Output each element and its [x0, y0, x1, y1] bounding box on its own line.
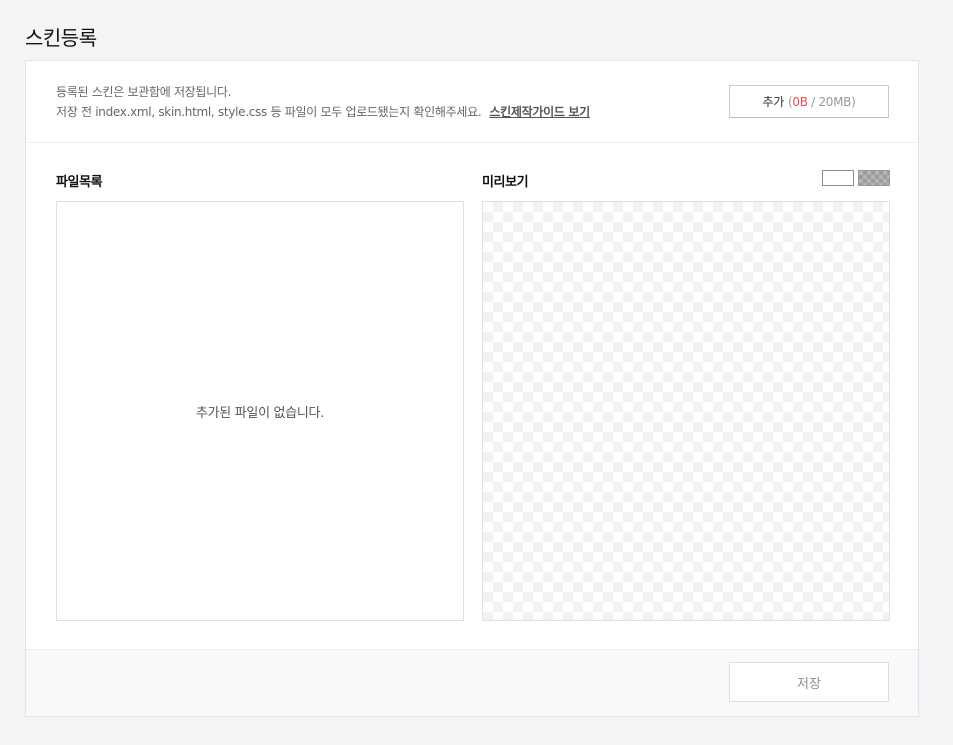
save-button[interactable]: 저장 [729, 662, 889, 702]
usage-limit: 20MB [818, 94, 852, 109]
preview-bg-transparent-toggle[interactable] [858, 170, 890, 186]
add-file-button[interactable]: 추가 (0B / 20MB) [729, 85, 889, 118]
add-button-label: 추가 [762, 95, 785, 109]
notice-line-2: 저장 전 index.xml, skin.html, style.css 등 파… [56, 103, 590, 120]
page-title: 스킨등록 [25, 26, 97, 50]
storage-usage: (0B / 20MB) [788, 95, 856, 109]
preview-bg-white-toggle[interactable] [822, 170, 854, 186]
skin-register-panel: 등록된 스킨은 보관함에 저장됩니다. 저장 전 index.xml, skin… [25, 60, 919, 717]
notice-area: 등록된 스킨은 보관함에 저장됩니다. 저장 전 index.xml, skin… [26, 61, 918, 143]
preview-area [482, 201, 890, 621]
notice-line-2-text: 저장 전 index.xml, skin.html, style.css 등 파… [56, 105, 482, 119]
notice-line-1: 등록된 스킨은 보관함에 저장됩니다. [56, 85, 232, 99]
footer-bar: 저장 [26, 649, 918, 716]
preview-label: 미리보기 [482, 175, 529, 190]
skin-guide-link[interactable]: 스킨제작가이드 보기 [489, 105, 590, 119]
file-list-label: 파일목록 [56, 175, 103, 190]
empty-file-message: 추가된 파일이 없습니다. [195, 405, 325, 421]
usage-used: 0B [792, 94, 808, 109]
usage-separator: / [811, 94, 815, 109]
file-list-box[interactable]: 추가된 파일이 없습니다. [56, 201, 464, 621]
usage-close-paren: ) [851, 94, 856, 109]
